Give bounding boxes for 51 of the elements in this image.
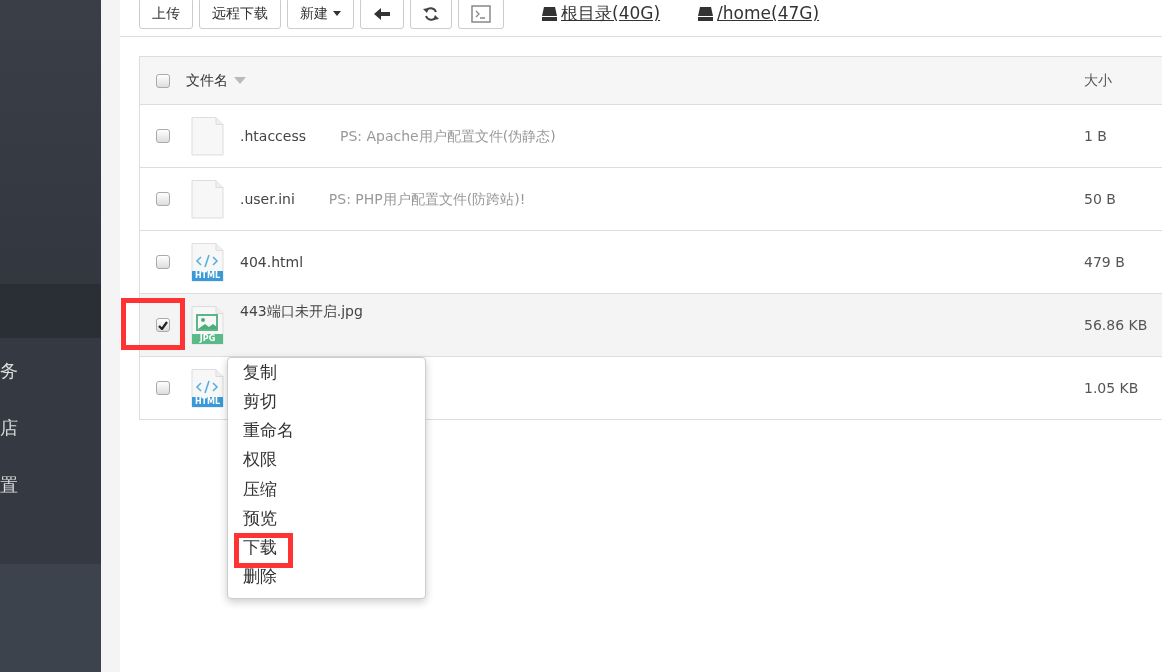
menu-item[interactable]: 预览 xyxy=(228,503,425,534)
terminal-button[interactable] xyxy=(458,0,504,29)
file-name[interactable]: 404.html xyxy=(240,251,304,273)
file-icon: JPG xyxy=(191,305,224,345)
file-row[interactable]: JPG 443端口未开启.jpg 56.86 KB xyxy=(140,293,1162,356)
menu-item[interactable]: 删除 xyxy=(228,562,425,592)
new-dropdown-button[interactable]: 新建 xyxy=(287,0,354,29)
sidebar-item[interactable]: 店 xyxy=(0,399,101,456)
menu-item[interactable]: 剪切 xyxy=(228,387,425,417)
file-name[interactable]: .user.ini xyxy=(240,188,295,210)
refresh-icon xyxy=(423,5,439,22)
terminal-icon xyxy=(471,4,491,23)
caret-icon xyxy=(333,11,341,16)
menu-item[interactable]: 下载 xyxy=(228,533,425,563)
disk-icon xyxy=(542,6,557,21)
checkbox[interactable] xyxy=(156,192,170,206)
checkbox[interactable] xyxy=(156,381,170,395)
arrow-left-icon xyxy=(374,7,390,20)
drive-link[interactable]: /home(47G) xyxy=(698,0,820,27)
remote-download-button[interactable]: 远程下载 xyxy=(199,0,281,29)
file-size: 479 B xyxy=(1084,252,1126,272)
file-note: PS: PHP用户配置文件(防跨站)! xyxy=(328,189,526,209)
menu-item[interactable]: 复制 xyxy=(228,358,425,388)
file-name[interactable]: .htaccess xyxy=(240,125,306,147)
file-size: 50 B xyxy=(1084,189,1117,209)
file-icon: HTML xyxy=(191,368,224,408)
checkbox[interactable] xyxy=(156,255,170,269)
sidebar-item[interactable]: 务 xyxy=(0,342,101,399)
back-button[interactable] xyxy=(360,0,404,29)
disk-icon xyxy=(698,6,714,21)
checkbox[interactable] xyxy=(156,73,170,88)
menu-item[interactable]: 压缩 xyxy=(228,474,425,504)
sort-caret-icon xyxy=(234,77,246,84)
file-size: 56.86 KB xyxy=(1084,315,1149,335)
file-icon xyxy=(191,116,224,156)
checkbox[interactable] xyxy=(156,129,170,143)
menu-item[interactable]: 重命名 xyxy=(228,416,425,446)
file-icon xyxy=(191,179,224,219)
column-header[interactable]: 文件名 xyxy=(186,70,228,91)
upload-button[interactable]: 上传 xyxy=(139,0,193,29)
file-size: 1.05 KB xyxy=(1084,378,1140,398)
checkbox[interactable] xyxy=(156,318,170,332)
menu-item[interactable]: 权限 xyxy=(228,445,425,475)
file-note: PS: Apache用户配置文件(伪静态) xyxy=(340,126,556,146)
file-icon: HTML xyxy=(191,242,224,282)
file-size: 1 B xyxy=(1084,126,1108,146)
sidebar-item[interactable]: 置 xyxy=(0,456,101,513)
drive-link[interactable]: 根目录(40G) xyxy=(542,0,661,27)
refresh-button[interactable] xyxy=(410,0,452,29)
file-name[interactable]: 443端口未开启.jpg xyxy=(240,301,363,322)
column-header[interactable]: 大小 xyxy=(1084,70,1162,91)
